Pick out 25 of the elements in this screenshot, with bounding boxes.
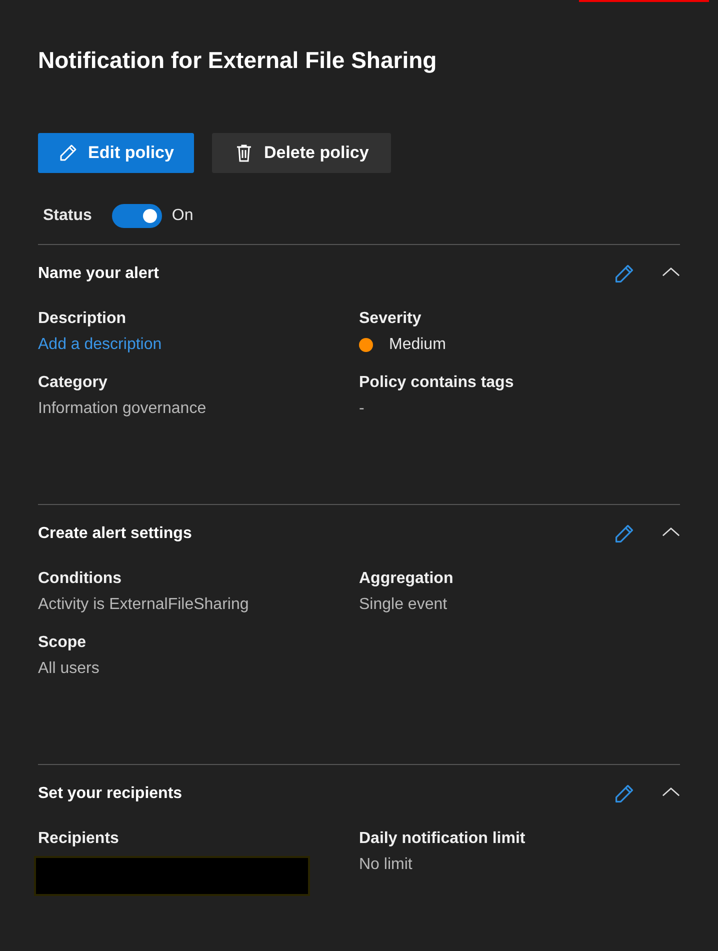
status-label: Status <box>43 207 92 225</box>
delete-policy-button[interactable]: Delete policy <box>212 133 391 173</box>
field-value: - <box>359 400 366 418</box>
field-label: Scope <box>38 634 88 652</box>
field-value: No limit <box>359 856 414 874</box>
section-title: Create alert settings <box>38 525 193 543</box>
status-value: On <box>172 207 194 225</box>
field-label: Recipients <box>38 830 120 848</box>
field-value: Activity is ExternalFileSharing <box>38 596 250 614</box>
field-label: Aggregation <box>359 570 454 588</box>
add-description-link[interactable]: Add a description <box>38 336 359 354</box>
field-label: Category <box>38 374 108 392</box>
severity-value: Medium <box>389 336 446 354</box>
field-label: Daily notification limit <box>359 830 526 848</box>
field-label: Conditions <box>38 570 123 588</box>
panel-title: Notification for External File Sharing <box>38 46 438 75</box>
field-label: Policy contains tags <box>359 374 515 392</box>
field-value: Information governance <box>38 400 208 418</box>
section-title: Set your recipients <box>38 785 184 803</box>
field-label: Severity <box>359 310 422 328</box>
section-title: Name your alert <box>38 265 160 283</box>
field-value: Single event <box>359 596 448 614</box>
field-value: All users <box>38 660 100 678</box>
field-label: Description <box>38 310 128 328</box>
edit-policy-button[interactable]: Edit policy <box>38 133 194 173</box>
